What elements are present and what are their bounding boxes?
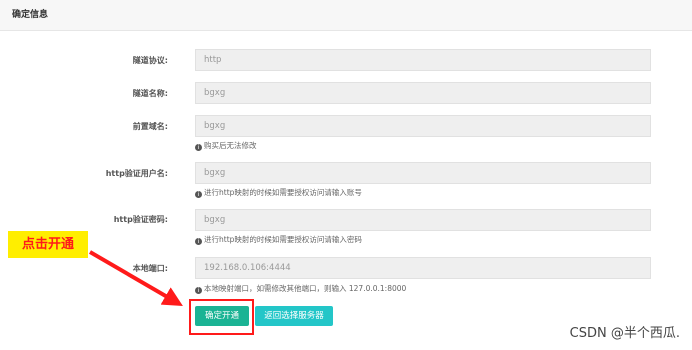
watermark: CSDN @半个西瓜. bbox=[569, 326, 680, 341]
arrow-icon bbox=[88, 250, 183, 307]
annotation-callout: 点击开通 bbox=[8, 231, 88, 258]
